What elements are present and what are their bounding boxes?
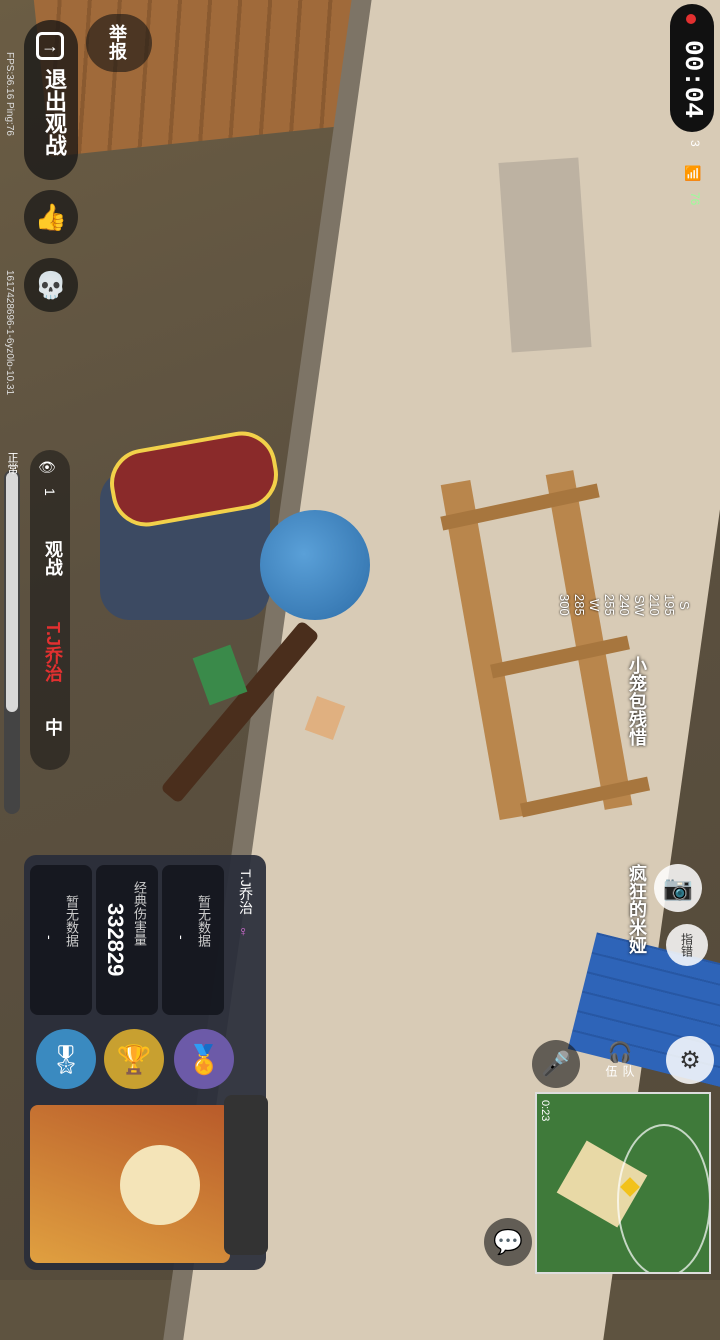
compass-tick: 195 [662, 594, 677, 616]
team-label: 队伍 [604, 1065, 635, 1077]
mic-button[interactable]: 🎤 [532, 1040, 580, 1088]
health-fill [6, 472, 18, 712]
character-portrait [30, 1105, 230, 1263]
thumbs-up-icon: 👍 [34, 201, 68, 232]
safe-zone-circle [617, 1124, 709, 1272]
team-button[interactable]: 🎧 队伍 [596, 1040, 644, 1088]
match-id: 1617428696-1-6yz0lo-10.31 [4, 270, 15, 396]
exit-spectate-button[interactable]: → 退出观战 [24, 20, 78, 180]
badge-3-icon: 🎖 [36, 1029, 96, 1089]
zoom-button[interactable]: 指错 [666, 924, 708, 966]
emote-icon: 💀 [34, 269, 68, 300]
report-button[interactable]: 举报 [86, 14, 152, 72]
zoom-label: 指错 [679, 933, 694, 957]
stat-label: 暂无数据 [196, 895, 211, 947]
exit-icon: → [36, 32, 64, 60]
stat-value: - [42, 935, 58, 940]
teammate-name: 小笼包残惜 [627, 656, 647, 746]
wifi-icon: 📶 [686, 165, 702, 183]
wall-panel [498, 157, 592, 353]
stat-box-2: 经典伤害量 332829 [96, 865, 158, 1015]
portrait-face [120, 1145, 200, 1225]
badge-1-icon: 🏅 [174, 1029, 234, 1089]
record-icon [686, 14, 696, 24]
badge-2-icon: 🏆 [104, 1029, 164, 1089]
camera-button[interactable]: 📷 [654, 864, 702, 912]
settings-button[interactable]: ⚙ [666, 1036, 714, 1084]
stat-box-3: 暂无数据 - [30, 865, 92, 1015]
spectator-count: 1 [42, 488, 58, 496]
compass-tick: 285 [572, 594, 587, 616]
compass-bar: S 195 210 SW 240 255 W 285 300 [557, 370, 692, 840]
spectate-label: 观战 [43, 540, 63, 576]
female-icon: ♀ [238, 923, 249, 939]
match-timer: 00:04 [678, 40, 708, 119]
thumbs-up-button[interactable]: 👍 [24, 190, 78, 244]
vehicle-icon [224, 1095, 268, 1255]
stat-label: 暂无数据 [64, 895, 79, 947]
spectated-player-name: T.J乔治 [43, 622, 63, 683]
stat-value: - [174, 935, 190, 940]
signal-value: 76 [688, 192, 702, 206]
player-card: T.J乔治 ♀ 暂无数据 - 经典伤害量 332829 暂无数据 - 🏅 🏆 🎖 [24, 855, 268, 1270]
compass-tick: W [587, 598, 602, 612]
player-count: 3 [688, 140, 702, 147]
emote-button[interactable]: 💀 [24, 258, 78, 312]
camera-icon: 📷 [663, 874, 693, 902]
compass-tick: S [677, 600, 692, 610]
report-label: 举报 [107, 24, 127, 60]
compass-tick: 255 [602, 594, 617, 616]
chat-icon: 💬 [493, 1228, 523, 1256]
spectated-character [260, 510, 370, 620]
eye-icon: 👁 [40, 458, 56, 476]
mic-off-icon: 🎤 [541, 1050, 571, 1078]
stat-box-1: 暂无数据 - [162, 865, 224, 1015]
card-player-name: T.J乔治 [238, 869, 254, 915]
stat-value: 332829 [103, 903, 128, 977]
compass-tick: 300 [557, 594, 572, 616]
fps-ping: FPS:36.16 Ping:76 [4, 52, 15, 136]
minimap-time: 0:23 [539, 1100, 551, 1122]
team-icon: 🎧 [607, 1042, 633, 1064]
other-player-name: 疯狂的米娅 [627, 864, 647, 954]
compass-tick: 210 [647, 594, 662, 616]
status-label: 正常 [6, 452, 18, 474]
compass-tick: SW [632, 594, 647, 616]
spectate-panel: 👁 1 观战 T.J乔治 中 [30, 450, 70, 770]
view-mode[interactable]: 中 [40, 718, 66, 736]
stat-label: 经典伤害量 [132, 881, 147, 946]
minimap[interactable]: 0:23 [535, 1092, 711, 1274]
compass-tick: 240 [617, 594, 632, 616]
gear-icon: ⚙ [679, 1046, 701, 1074]
exit-label: 退出观战 [42, 68, 67, 156]
chat-button[interactable]: 💬 [484, 1218, 532, 1266]
